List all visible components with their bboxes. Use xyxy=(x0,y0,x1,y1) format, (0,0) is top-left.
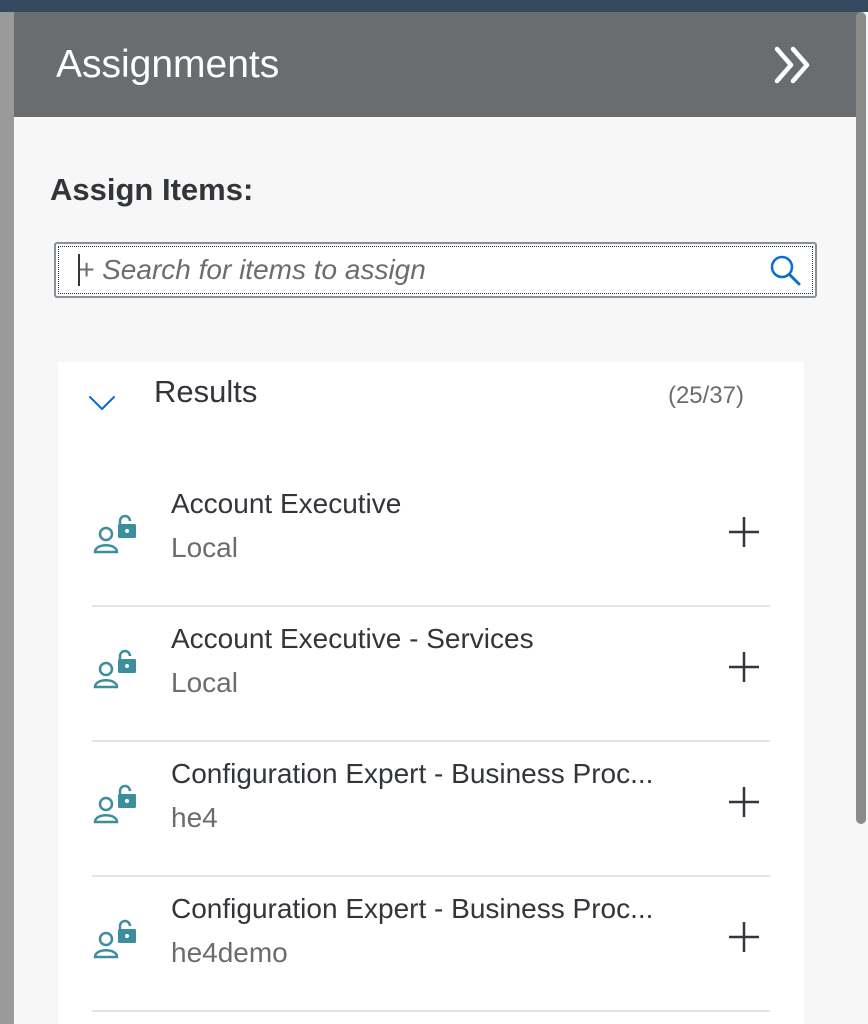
plus-icon xyxy=(729,517,759,547)
top-shell-bar xyxy=(0,0,868,12)
assign-items-label: Assign Items: xyxy=(50,172,254,207)
plus-icon xyxy=(729,922,759,952)
results-title: Results xyxy=(154,374,258,409)
chevron-down-icon[interactable] xyxy=(86,386,118,418)
item-title: Configuration Expert - Business Proc... xyxy=(171,758,654,789)
collapse-panel-button[interactable] xyxy=(768,40,818,90)
item-subtitle: he4 xyxy=(171,802,218,833)
left-rail xyxy=(0,12,14,1024)
double-chevron-right-icon xyxy=(774,46,810,83)
plus-icon xyxy=(729,787,759,817)
list-item[interactable]: Account Executive Local xyxy=(92,472,770,607)
user-role-lock-icon xyxy=(93,649,136,689)
add-item-button[interactable] xyxy=(722,510,766,554)
item-title: Account Executive - Services xyxy=(171,623,534,654)
panel-title: Assignments xyxy=(56,42,280,86)
item-subtitle: he4demo xyxy=(171,937,288,968)
add-item-button[interactable] xyxy=(722,780,766,824)
assignments-panel: Assignments Assign Items: Results (25/37… xyxy=(14,12,860,1024)
user-role-lock-icon xyxy=(93,919,136,959)
search-icon xyxy=(770,255,801,286)
search-button[interactable] xyxy=(755,244,815,296)
results-list: Account Executive Local Account Executiv… xyxy=(92,472,770,1012)
plus-icon xyxy=(729,652,759,682)
user-role-lock-icon xyxy=(93,784,136,824)
scrollbar[interactable] xyxy=(856,12,866,824)
results-card: Results (25/37) Account Executive Local xyxy=(58,362,804,1024)
user-role-lock-icon xyxy=(93,514,136,554)
list-item[interactable]: Account Executive - Services Local xyxy=(92,607,770,742)
item-title: Configuration Expert - Business Proc... xyxy=(171,893,654,924)
search-field[interactable] xyxy=(54,242,817,298)
add-item-button[interactable] xyxy=(722,645,766,689)
item-subtitle: Local xyxy=(171,667,238,698)
results-count: (25/37) xyxy=(667,382,744,409)
results-header[interactable]: Results (25/37) xyxy=(58,362,804,442)
panel-header: Assignments xyxy=(14,12,860,117)
list-item[interactable]: Configuration Expert - Business Proc... … xyxy=(92,877,770,1012)
item-subtitle: Local xyxy=(171,532,238,563)
search-input[interactable] xyxy=(56,244,755,296)
add-item-button[interactable] xyxy=(722,915,766,959)
item-title: Account Executive xyxy=(171,488,402,519)
list-item[interactable]: Configuration Expert - Business Proc... … xyxy=(92,742,770,877)
